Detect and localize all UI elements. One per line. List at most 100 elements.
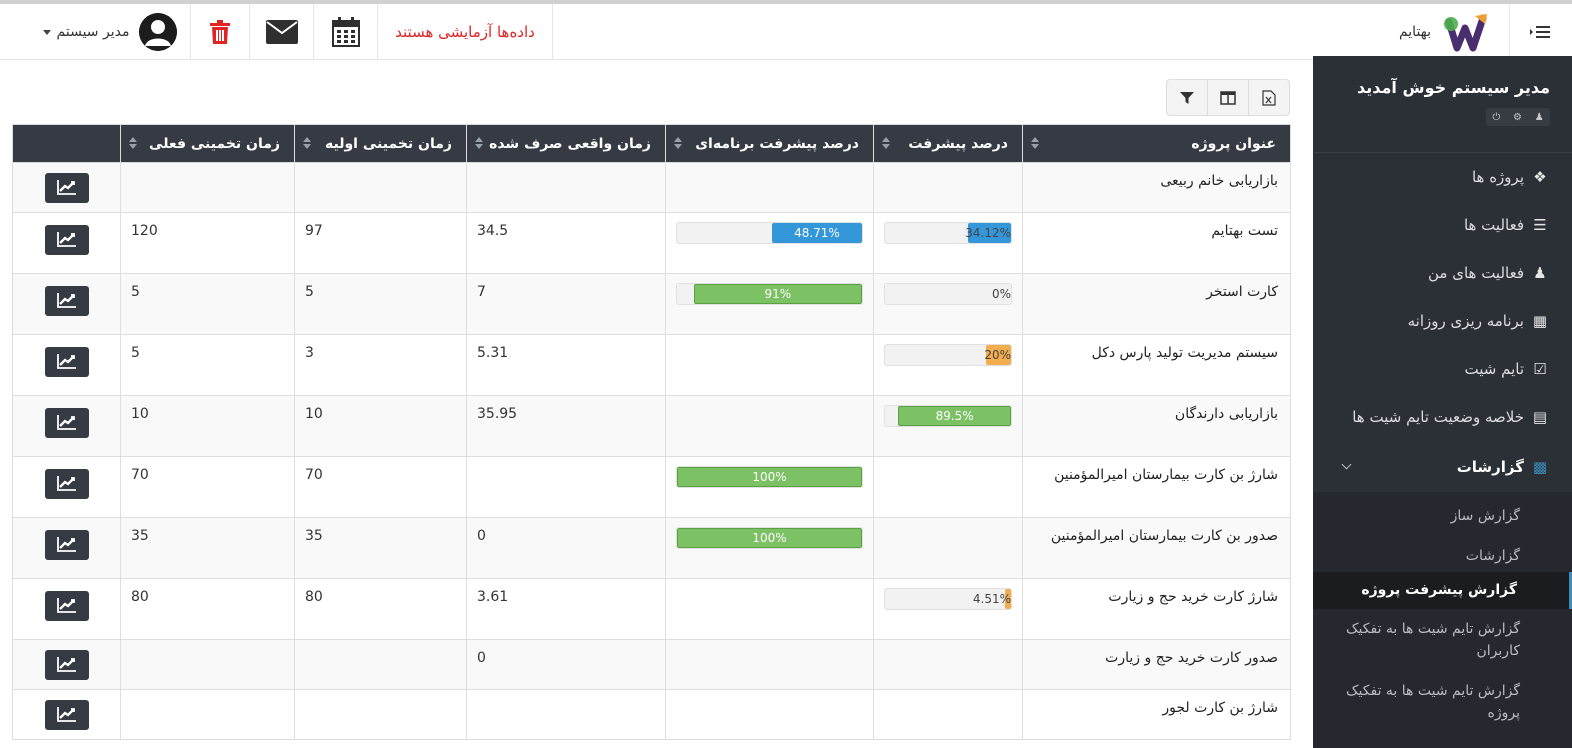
chevron-down-icon xyxy=(42,29,51,35)
sidebar-toggle-button[interactable] xyxy=(1510,4,1572,60)
sidebar-item-daily-planning[interactable]: ▦ برنامه ریزی روزانه xyxy=(1313,297,1572,345)
sidebar-item-timesheet-summary[interactable]: ▤ خلاصه وضعیت تایم شیت ها xyxy=(1313,393,1572,441)
messages-button[interactable] xyxy=(250,4,313,60)
planned-progress-cell xyxy=(665,334,874,396)
submenu-item-report-builder[interactable]: گزارش ساز xyxy=(1313,500,1572,532)
actions-cell xyxy=(12,212,121,274)
submenu-item-timesheet-by-project[interactable]: گزارش تایم شیت ها به تفکیک پروژه xyxy=(1313,680,1572,730)
line-chart-icon xyxy=(56,598,76,613)
columns-button[interactable] xyxy=(1207,80,1248,115)
initial-estimate-cell xyxy=(294,689,467,740)
actions-cell xyxy=(12,334,121,396)
sidebar-item-reports[interactable]: ▩ گزارشات xyxy=(1313,443,1572,491)
progress-label: 0% xyxy=(991,287,1011,301)
excel-file-icon xyxy=(1262,89,1276,106)
column-header-title[interactable]: عنوان پروژه xyxy=(1022,124,1291,163)
view-chart-button[interactable] xyxy=(44,700,89,730)
sort-icon xyxy=(475,137,483,149)
trash-button[interactable] xyxy=(191,4,249,60)
project-title-cell: کارت استخر xyxy=(1022,273,1291,335)
brand-name: بهتایم xyxy=(1398,24,1432,40)
line-chart-icon xyxy=(56,707,76,722)
top-navbar: مدیر سیستم داده‌ها آزمایشی هستند بهتایم xyxy=(0,0,1572,60)
progress-bar: 91% xyxy=(676,283,863,305)
actions-cell xyxy=(12,517,121,579)
progress-bar: 48.71% xyxy=(676,222,863,244)
progress-cell xyxy=(873,639,1023,690)
trash-icon xyxy=(210,20,230,44)
brand[interactable]: بهتایم xyxy=(1380,4,1510,60)
line-chart-icon xyxy=(56,476,76,491)
actions-cell xyxy=(12,456,121,518)
current-estimate-cell xyxy=(120,689,295,740)
table-row: بازاریابی دارندگان 89.5% 35.95 10 10 xyxy=(12,395,1291,457)
project-progress-table: عنوان پروژه درصد پیشرفت درصد پیشرفت برنا… xyxy=(12,124,1291,740)
view-chart-button[interactable] xyxy=(44,408,89,438)
chevron-down-icon xyxy=(1341,459,1352,470)
current-estimate-cell xyxy=(120,639,295,690)
view-chart-button[interactable] xyxy=(44,286,89,316)
progress-bar: 0% xyxy=(884,283,1012,305)
progress-cell: 0% xyxy=(873,273,1023,335)
calendar-icon xyxy=(331,17,360,47)
sort-icon xyxy=(882,137,890,149)
columns-icon xyxy=(1220,90,1236,105)
export-excel-button[interactable] xyxy=(1248,80,1289,115)
calendar-check-icon: ☑ xyxy=(1533,360,1547,378)
initial-estimate-cell: 80 xyxy=(294,578,467,640)
actual-time-cell: 5.31 xyxy=(466,334,666,396)
view-chart-button[interactable] xyxy=(44,347,89,377)
current-estimate-cell: 10 xyxy=(120,395,295,457)
actual-time-cell xyxy=(466,456,666,518)
line-chart-icon xyxy=(56,354,76,369)
view-chart-button[interactable] xyxy=(44,530,89,560)
project-title-cell: شارژ کارت خرید حج و زیارت xyxy=(1022,578,1291,640)
table-row: صدور بن کارت بیمارستان امیرالمؤمنین 100% 0… xyxy=(12,517,1291,579)
column-header-current-estimate[interactable]: زمان تخمینی فعلی xyxy=(120,124,295,163)
sidebar-item-activities[interactable]: ☰ فعالیت ها xyxy=(1313,201,1572,249)
column-header-progress[interactable]: درصد پیشرفت xyxy=(873,124,1023,163)
view-chart-button[interactable] xyxy=(44,650,89,680)
sidebar-item-my-activities[interactable]: ♟ فعالیت های من xyxy=(1313,249,1572,297)
actual-time-cell xyxy=(466,162,666,213)
filter-button[interactable] xyxy=(1167,80,1207,115)
initial-estimate-cell: 3 xyxy=(294,334,467,396)
view-chart-button[interactable] xyxy=(44,225,89,255)
current-estimate-cell: 120 xyxy=(120,212,295,274)
table-icon: ▦ xyxy=(1532,312,1548,330)
user-menu[interactable]: مدیر سیستم xyxy=(30,4,190,60)
user-icon[interactable]: ♟ xyxy=(1535,112,1544,123)
submenu-item-timesheet-by-user[interactable]: گزارش تایم شیت ها به تفکیک کاربران xyxy=(1313,618,1572,668)
submenu-item-reports[interactable]: گزارشات xyxy=(1313,540,1572,572)
cubes-icon: ❖ xyxy=(1533,168,1547,186)
column-header-actual-time[interactable]: زمان واقعی صرف شده xyxy=(466,124,666,163)
progress-label: 4.51% xyxy=(972,592,1011,606)
column-header-initial-estimate[interactable]: زمان تخمینی اولیه xyxy=(294,124,467,163)
current-estimate-cell: 5 xyxy=(120,273,295,335)
view-chart-button[interactable] xyxy=(44,173,89,203)
initial-estimate-cell: 10 xyxy=(294,395,467,457)
gear-icon[interactable]: ⚙ xyxy=(1513,112,1522,123)
table-toolbar xyxy=(1166,79,1290,116)
view-chart-button[interactable] xyxy=(44,469,89,499)
progress-label: 100% xyxy=(752,531,787,545)
sidebar-item-timesheet[interactable]: ☑ تایم شیت xyxy=(1313,345,1572,393)
view-chart-button[interactable] xyxy=(44,591,89,621)
tasks-icon: ☰ xyxy=(1533,216,1547,234)
sidebar-item-projects[interactable]: ❖ پروژه ها xyxy=(1313,153,1572,201)
project-title-cell: بازاریابی خانم ربیعی xyxy=(1022,162,1291,213)
user-name: مدیر سیستم xyxy=(56,24,130,40)
progress-cell: 34.12% xyxy=(873,212,1023,274)
power-icon[interactable]: ⏻ xyxy=(1492,112,1500,123)
submenu-item-project-progress-report[interactable]: گزارش پیشرفت پروژه xyxy=(1313,572,1572,609)
progress-label: 48.71% xyxy=(794,226,840,240)
column-header-planned-progress[interactable]: درصد پیشرفت برنامه‌ای xyxy=(665,124,874,163)
progress-label: 100% xyxy=(752,470,787,484)
avatar xyxy=(139,13,178,51)
current-estimate-cell: 35 xyxy=(120,517,295,579)
line-chart-icon xyxy=(56,415,76,430)
planned-progress-cell: 100% xyxy=(665,456,874,518)
calendar-button[interactable] xyxy=(314,4,377,60)
actions-cell xyxy=(12,639,121,690)
actions-cell xyxy=(12,578,121,640)
